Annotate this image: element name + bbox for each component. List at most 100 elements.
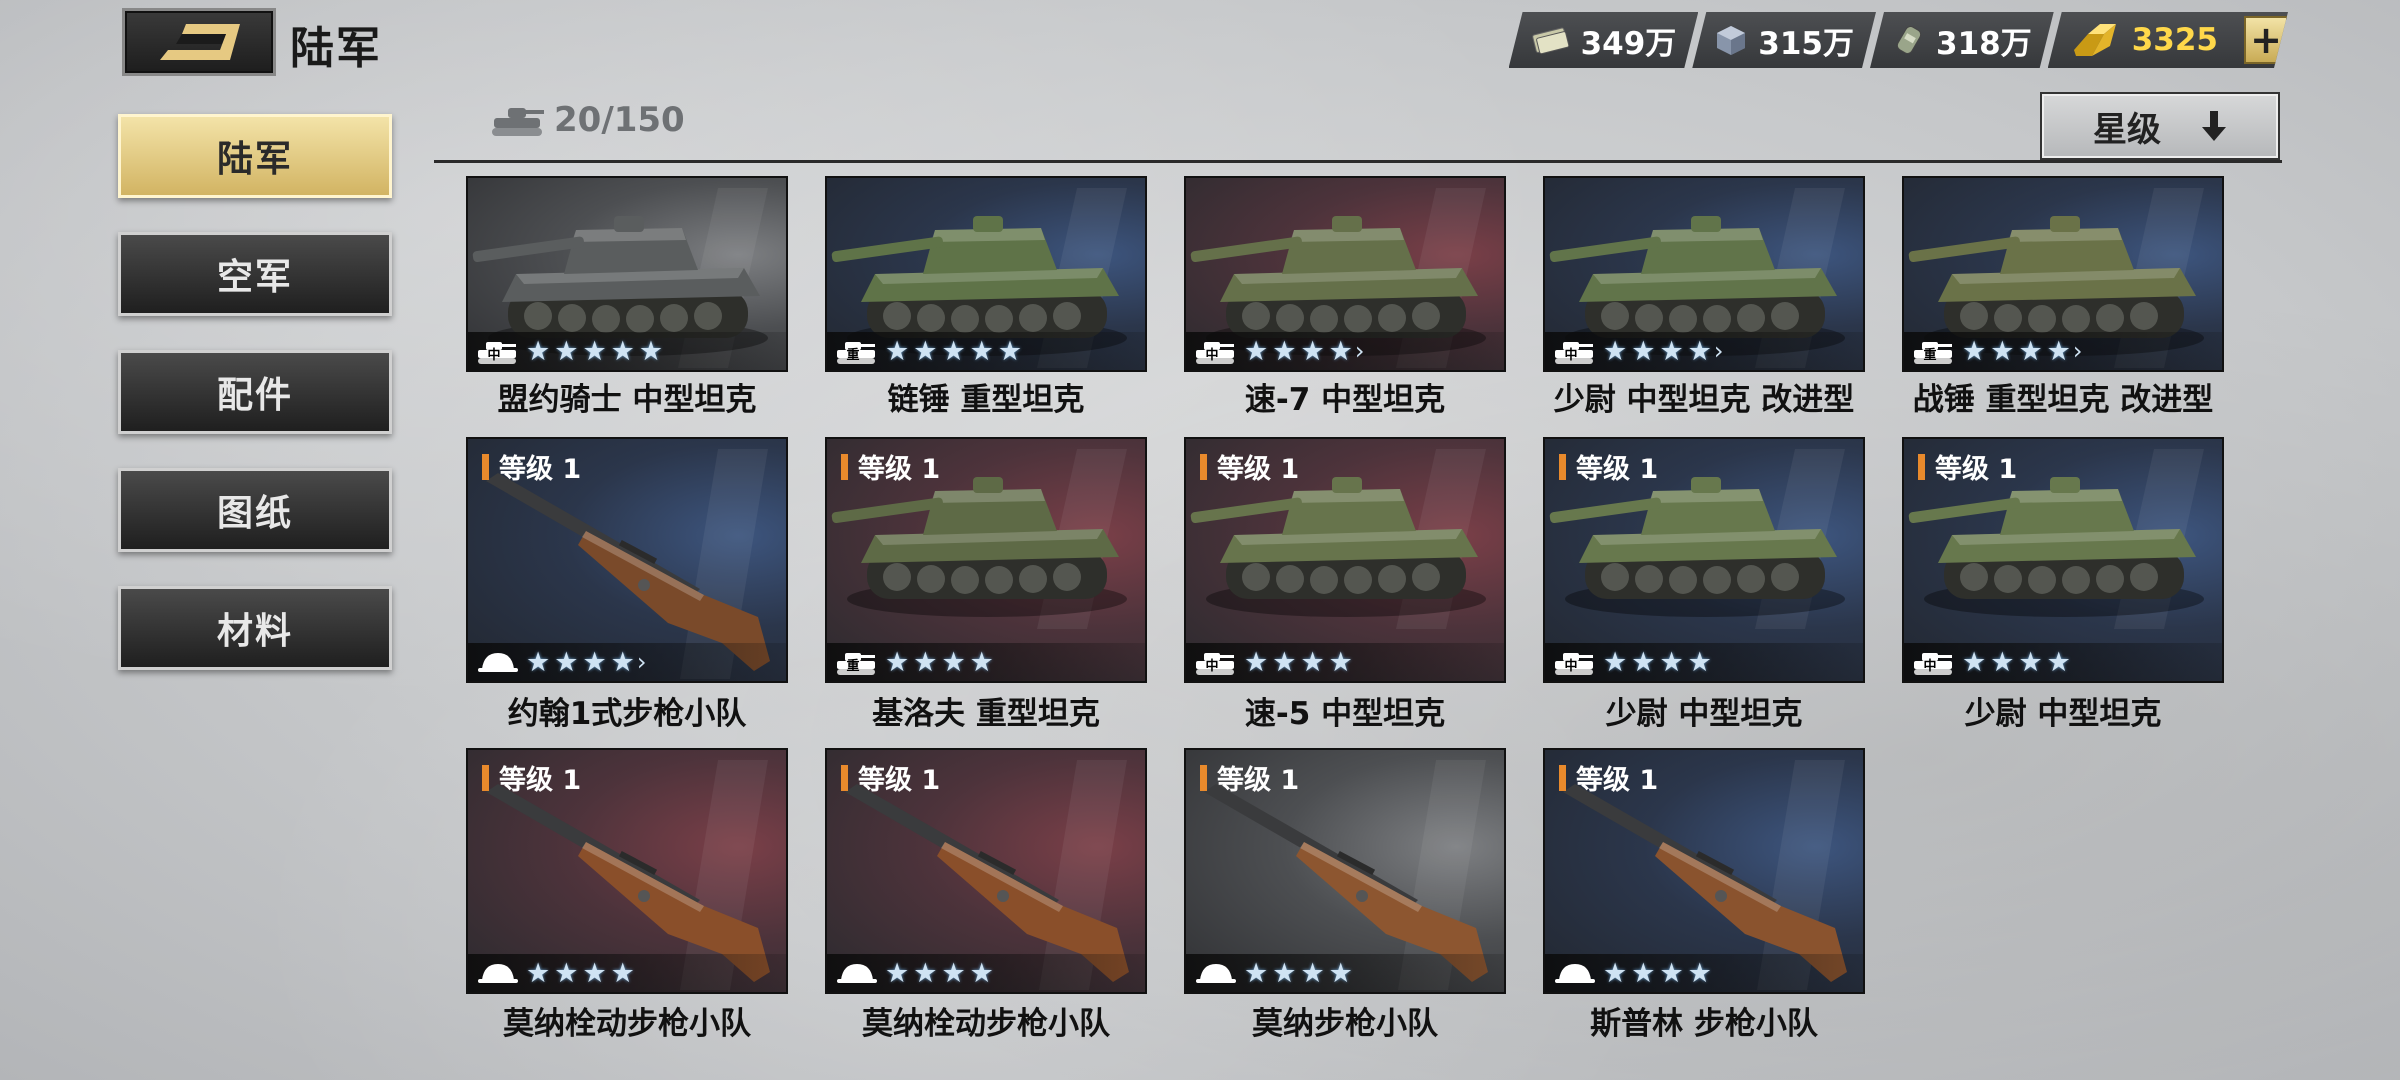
- unit-card[interactable]: 等级 1 ★ ★ ★ ★ 莫纳栓动步枪小队: [466, 748, 788, 1042]
- star-icon: ★: [1990, 335, 2015, 367]
- chevron-right-icon: ›: [1354, 337, 1365, 365]
- unit-name: 少尉 中型坦克: [1964, 696, 2162, 732]
- unit-card[interactable]: 等级 1 中 ★ ★ ★ ★ 少尉 中型坦克: [1902, 437, 2224, 732]
- level-text: 等级 1: [1935, 454, 2018, 485]
- star-icon: ★: [1659, 646, 1684, 678]
- unit-name: 少尉 中型坦克 改进型: [1553, 382, 1855, 418]
- tank-icon: [492, 108, 544, 136]
- unit-footer: 中 ★ ★ ★ ★ ★: [468, 332, 786, 370]
- unit-card[interactable]: 重 ★ ★ ★ ★ › 战锤 重型坦克 改进型: [1902, 176, 2224, 418]
- cash-value: 349万: [1580, 25, 1677, 62]
- level-text: 等级 1: [499, 454, 582, 485]
- star-icon: ★: [554, 646, 579, 678]
- star-icon: ★: [1300, 335, 1325, 367]
- unit-card[interactable]: 等级 1 中 ★ ★ ★ ★ 速-5 中型坦克: [1184, 437, 1506, 732]
- unit-level: 等级 1: [841, 447, 940, 486]
- sidebar-item-army[interactable]: 陆军: [118, 114, 392, 198]
- sidebar-item-blueprints[interactable]: 图纸: [118, 468, 392, 552]
- unit-portrait: 重 ★ ★ ★ ★ ★: [825, 176, 1147, 372]
- unit-footer: 中 ★ ★ ★ ★: [1186, 643, 1504, 681]
- svg-text:中: 中: [1923, 658, 1936, 674]
- star-icon: ★: [997, 335, 1023, 367]
- unit-card[interactable]: 等级 1 ★ ★ ★ ★ 莫纳步枪小队: [1184, 748, 1506, 1042]
- svg-text:重: 重: [846, 658, 859, 674]
- star-icon: ★: [1603, 646, 1628, 678]
- unit-level: 等级 1: [482, 447, 581, 486]
- unit-card[interactable]: 等级 1 ★ ★ ★ ★ 莫纳栓动步枪小队: [825, 748, 1147, 1042]
- fuel-icon: [1892, 23, 1926, 57]
- star-icon: ★: [582, 957, 607, 989]
- unit-portrait: 中 ★ ★ ★ ★ ›: [1184, 176, 1506, 372]
- unit-name: 基洛夫 重型坦克: [872, 696, 1100, 732]
- unit-card[interactable]: 等级 1 中 ★ ★ ★ ★ 少尉 中型坦克: [1543, 437, 1865, 732]
- star-icon: ★: [1244, 335, 1269, 367]
- star-icon: ★: [1687, 335, 1712, 367]
- unit-card[interactable]: 中 ★ ★ ★ ★ › 速-7 中型坦克: [1184, 176, 1506, 418]
- star-icon: ★: [554, 335, 579, 367]
- star-icon: ★: [941, 646, 966, 678]
- unit-level: 等级 1: [1200, 447, 1299, 486]
- sidebar-item-parts[interactable]: 配件: [118, 350, 392, 434]
- star-icon: ★: [969, 957, 994, 989]
- unit-name: 莫纳步枪小队: [1252, 1006, 1438, 1042]
- unit-footer: ★ ★ ★ ★ ›: [468, 643, 786, 681]
- heavy-tank-icon: 重: [837, 342, 875, 364]
- unit-card[interactable]: 中 ★ ★ ★ ★ › 少尉 中型坦克 改进型: [1543, 176, 1865, 418]
- unit-footer: 中 ★ ★ ★ ★: [1545, 643, 1863, 681]
- level-text: 等级 1: [858, 765, 941, 796]
- gold-value: 3325: [2131, 22, 2218, 58]
- star-icon: ★: [610, 335, 635, 367]
- svg-text:中: 中: [1205, 658, 1218, 674]
- sidebar-item-airforce[interactable]: 空军: [118, 232, 392, 316]
- star-icon: ★: [1990, 646, 2015, 678]
- star-icon: ★: [1272, 646, 1297, 678]
- rank-marker-icon: [841, 764, 848, 791]
- infantry-helmet-icon: [1196, 964, 1236, 983]
- unit-footer: 中 ★ ★ ★ ★ ›: [1186, 332, 1504, 370]
- unit-footer: 中 ★ ★ ★ ★: [1904, 643, 2222, 681]
- unit-footer: ★ ★ ★ ★: [1186, 954, 1504, 992]
- chevron-right-icon: ›: [1713, 337, 1724, 365]
- unit-name: 速-7 中型坦克: [1244, 382, 1446, 418]
- currency-steel: 315万: [1692, 12, 1876, 68]
- fuel-value: 318万: [1936, 25, 2032, 62]
- unit-capacity: 20/150: [490, 100, 685, 140]
- svg-text:重: 重: [846, 347, 859, 363]
- star-icon: ★: [1631, 646, 1656, 678]
- star-icon: ★: [2046, 335, 2071, 367]
- currency-bar: 349万 315万 318万 3325 +: [1515, 12, 2288, 68]
- unit-name: 盟约骑士 中型坦克: [497, 382, 757, 418]
- star-icon: ★: [1659, 335, 1684, 367]
- unit-card[interactable]: 等级 1 ★ ★ ★ ★ › 约翰1式步枪小队: [466, 437, 788, 732]
- svg-text:重: 重: [1923, 347, 1936, 363]
- unit-footer: ★ ★ ★ ★: [1545, 954, 1863, 992]
- unit-card[interactable]: 重 ★ ★ ★ ★ ★ 链锤 重型坦克: [825, 176, 1147, 418]
- star-icon: ★: [885, 957, 910, 989]
- unit-portrait: 等级 1 中 ★ ★ ★ ★: [1902, 437, 2224, 683]
- medium-tank-icon: 中: [1196, 342, 1234, 364]
- infantry-helmet-icon: [1555, 964, 1595, 983]
- unit-card[interactable]: 等级 1 重 ★ ★ ★ ★ 基洛夫 重型坦克: [825, 437, 1147, 732]
- rank-marker-icon: [482, 453, 489, 480]
- star-icon: ★: [941, 335, 966, 367]
- star-icon: ★: [2046, 646, 2071, 678]
- star-icon: ★: [1300, 957, 1325, 989]
- sidebar-item-materials[interactable]: 材料: [118, 586, 392, 670]
- level-text: 等级 1: [858, 454, 941, 485]
- capacity-text: 20/150: [554, 100, 685, 140]
- star-icon: ★: [1962, 335, 1987, 367]
- header-divider: [434, 160, 2282, 163]
- unit-card[interactable]: 等级 1 ★ ★ ★ ★ 斯普林 步枪小队: [1543, 748, 1865, 1042]
- unit-level: 等级 1: [482, 758, 581, 797]
- unit-card[interactable]: 中 ★ ★ ★ ★ ★ 盟约骑士 中型坦克: [466, 176, 788, 418]
- steel-value: 315万: [1758, 25, 1854, 62]
- star-icon: ★: [1244, 957, 1269, 989]
- page-title: 陆军: [290, 23, 382, 74]
- sort-button[interactable]: 星级: [2040, 92, 2280, 160]
- rank-marker-icon: [1559, 764, 1566, 791]
- unit-footer: ★ ★ ★ ★: [468, 954, 786, 992]
- star-icon: ★: [1272, 335, 1297, 367]
- star-icon: ★: [913, 646, 938, 678]
- back-button[interactable]: [122, 8, 276, 76]
- add-gold-button[interactable]: +: [2244, 16, 2288, 64]
